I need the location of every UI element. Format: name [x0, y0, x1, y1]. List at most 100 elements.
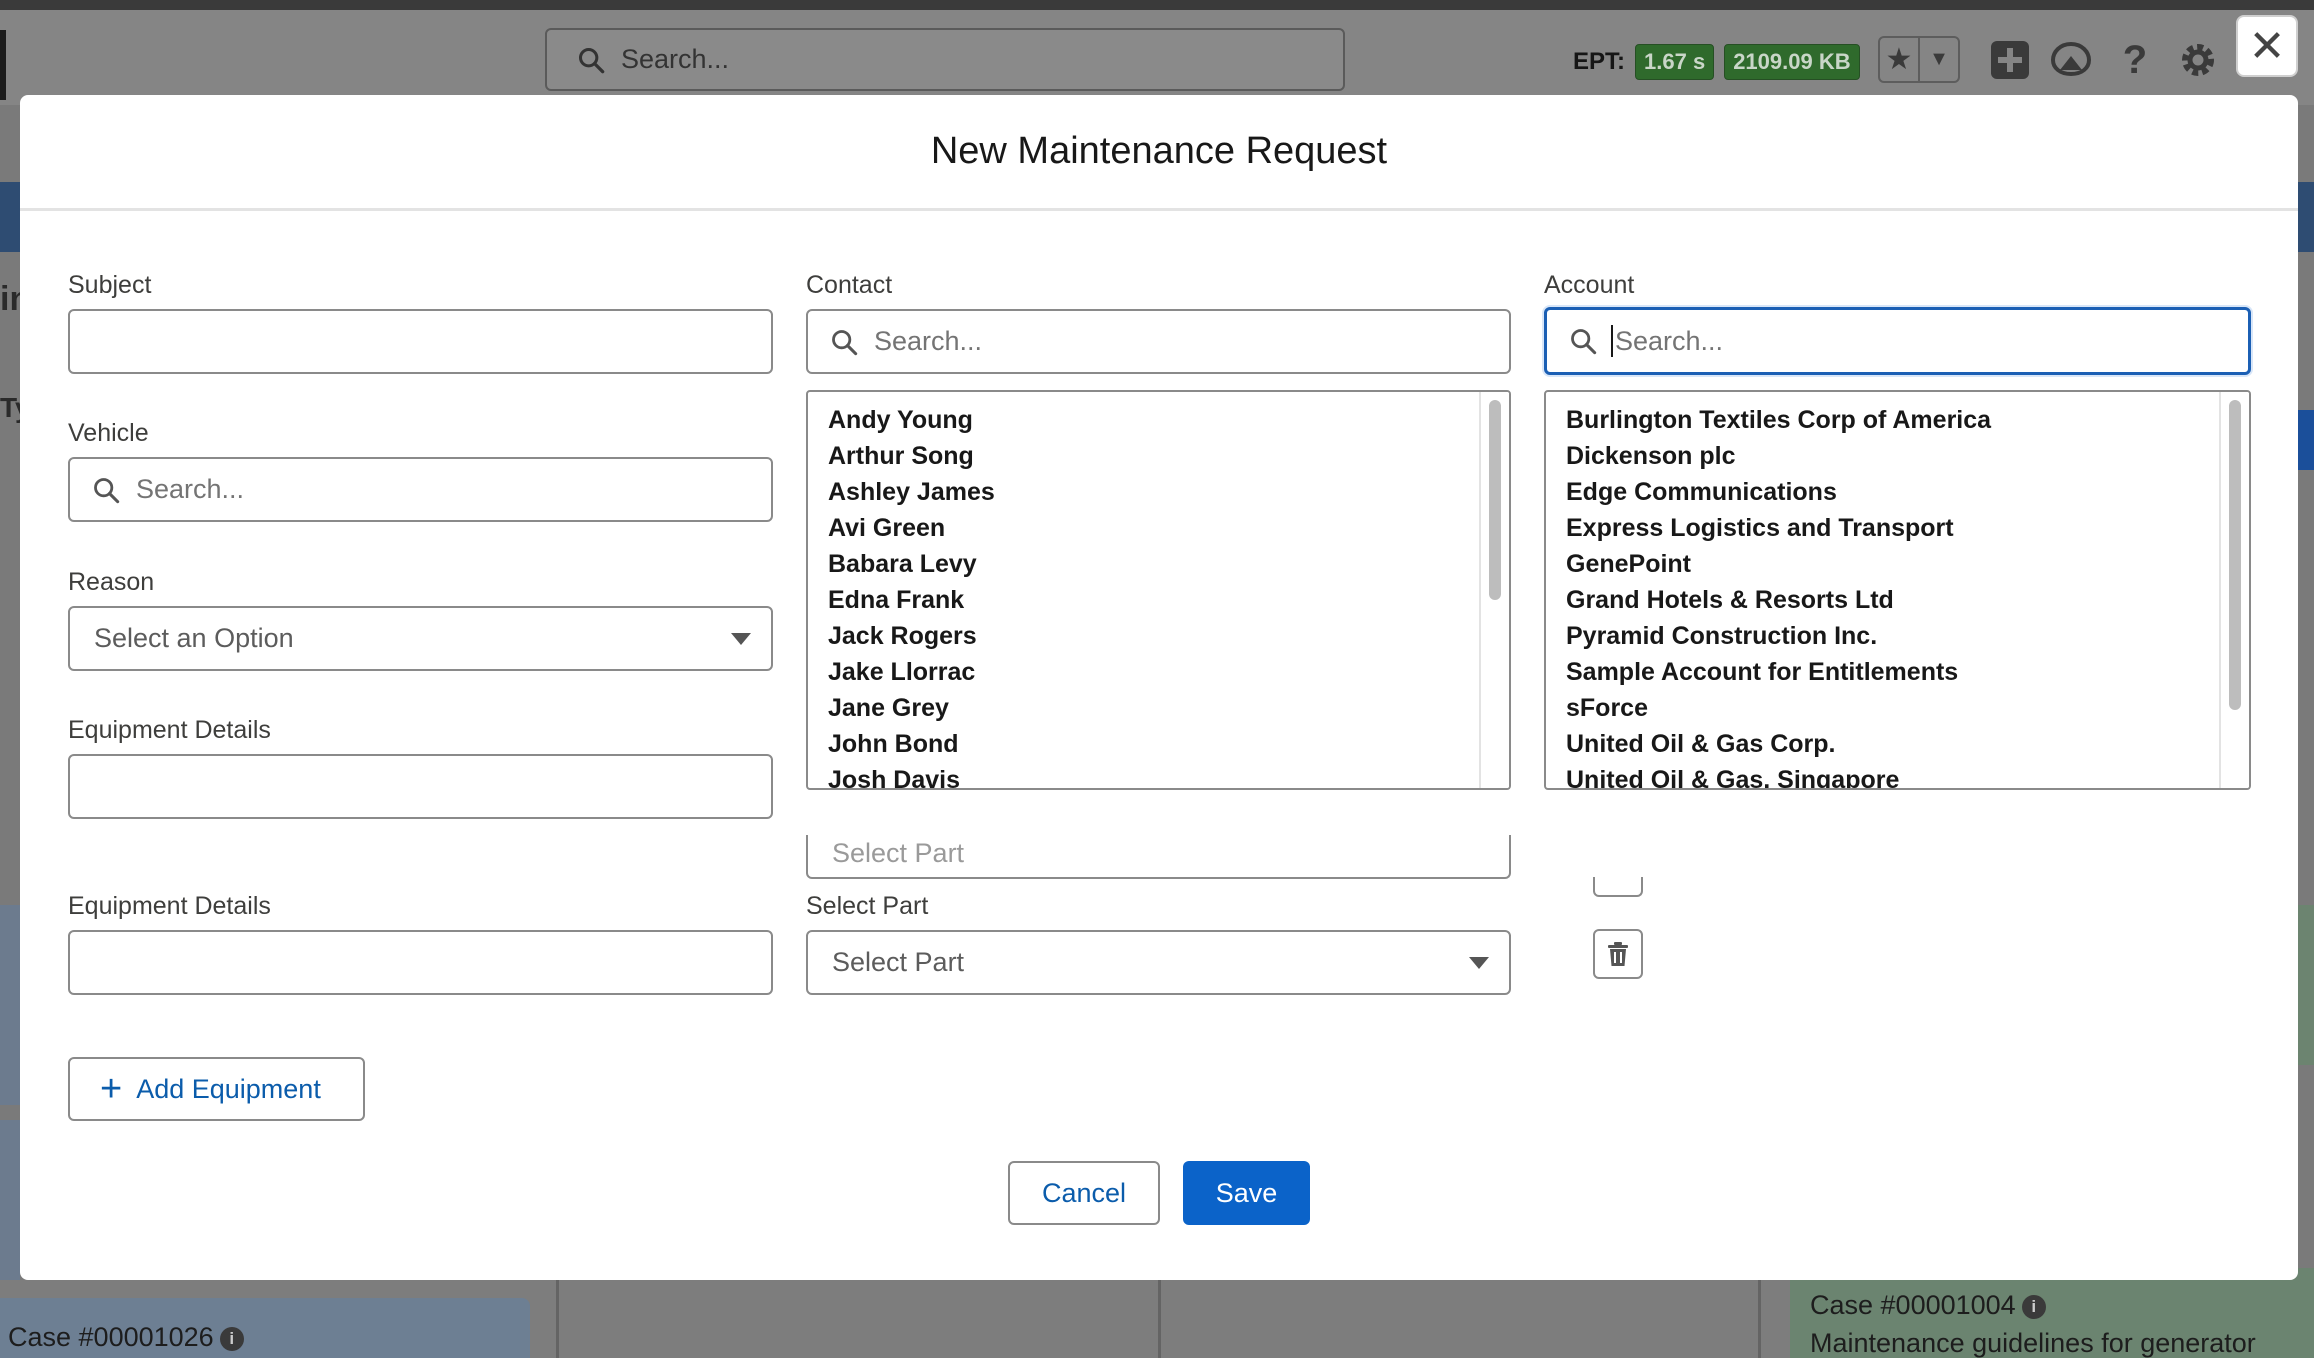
scrollbar-thumb[interactable] — [1489, 400, 1501, 600]
contact-option[interactable]: Arthur Song — [828, 438, 1509, 474]
account-option[interactable]: sForce — [1566, 690, 2249, 726]
background-card-edge — [0, 1120, 20, 1280]
plus-icon: + — [100, 1068, 123, 1110]
account-option[interactable]: GenePoint — [1566, 546, 2249, 582]
reason-label: Reason — [68, 568, 155, 596]
cancel-button[interactable]: Cancel — [1008, 1161, 1160, 1225]
select-part-placeholder: Select Part — [832, 947, 965, 977]
new-maintenance-request-modal: New Maintenance Request Subject Contact … — [20, 95, 2298, 1280]
chevron-down-icon — [731, 632, 751, 645]
contact-option[interactable]: Avi Green — [828, 510, 1509, 546]
modal-header: New Maintenance Request — [20, 95, 2298, 211]
ept-time-badge: 1.67 s — [1635, 44, 1715, 80]
contact-options: Andy Young Arthur Song Ashley James Avi Gre… — [808, 392, 1509, 788]
background-card-edge — [2298, 905, 2314, 1065]
trailhead-icon[interactable] — [2049, 38, 2093, 82]
account-option[interactable]: Dickenson plc — [1566, 438, 2249, 474]
reason-placeholder: Select an Option — [94, 623, 294, 653]
background-banner — [2298, 182, 2314, 252]
reason-select[interactable]: Select an Option — [68, 606, 773, 671]
subject-label: Subject — [68, 271, 152, 299]
account-options: Burlington Textiles Corp of America Dicke… — [1546, 392, 2249, 788]
close-icon[interactable]: ✕ — [2236, 15, 2298, 77]
save-button[interactable]: Save — [1183, 1161, 1310, 1225]
case-description: Maintenance guidelines for generator — [1810, 1328, 2256, 1358]
ept-indicator: EPT: 1.67 s 2109.09 KB — [1573, 44, 1860, 80]
account-option[interactable]: United Oil & Gas, Singapore — [1566, 762, 2249, 788]
select-part-placeholder: Select Part — [832, 838, 965, 868]
contact-option[interactable]: John Bond — [828, 726, 1509, 762]
account-option[interactable]: Burlington Textiles Corp of America — [1566, 402, 2249, 438]
favorites-button-group: ★ ▼ — [1878, 36, 1960, 83]
contact-option[interactable]: Babara Levy — [828, 546, 1509, 582]
subject-input[interactable] — [68, 309, 773, 374]
account-option[interactable]: Sample Account for Entitlements — [1566, 654, 2249, 690]
contact-option[interactable]: Jack Rogers — [828, 618, 1509, 654]
background-case-card: Case #00001026 i — [0, 1298, 530, 1358]
app-launcher-edge — [0, 30, 6, 100]
ept-size-badge: 2109.09 KB — [1724, 44, 1860, 80]
add-equipment-label: Add Equipment — [136, 1073, 321, 1104]
equipment-details-label: Equipment Details — [68, 716, 271, 744]
window-top-strip — [0, 0, 2314, 10]
vehicle-label: Vehicle — [68, 419, 149, 447]
contact-search-input[interactable]: Search... — [806, 309, 1511, 374]
account-option[interactable]: Edge Communications — [1566, 474, 2249, 510]
help-icon[interactable]: ? — [2113, 38, 2157, 82]
scrollbar[interactable] — [2219, 392, 2249, 788]
info-icon: i — [219, 1326, 244, 1351]
account-option[interactable]: Grand Hotels & Resorts Ltd — [1566, 582, 2249, 618]
background-column-divider — [1158, 1280, 1161, 1358]
background-tab-edge — [2298, 410, 2314, 470]
case-number: Case #00001026 — [8, 1322, 214, 1352]
account-option[interactable]: Pyramid Construction Inc. — [1566, 618, 2249, 654]
text-cursor — [1611, 325, 1613, 357]
scrollbar-thumb[interactable] — [2229, 400, 2241, 710]
info-icon: i — [2021, 1294, 2046, 1319]
select-part-select-row-1[interactable]: Select Part — [806, 835, 1511, 879]
chevron-down-icon[interactable]: ▼ — [1918, 38, 1958, 81]
global-search-input[interactable]: Search... — [545, 28, 1345, 91]
ept-label: EPT: — [1573, 48, 1626, 75]
contact-option[interactable]: Jane Grey — [828, 690, 1509, 726]
equipment-details-label: Equipment Details — [68, 892, 271, 920]
contact-placeholder: Search... — [874, 326, 983, 356]
contact-option[interactable]: Jake Llorrac — [828, 654, 1509, 690]
select-part-label: Select Part — [806, 892, 929, 920]
equipment-details-input[interactable] — [68, 754, 773, 819]
search-icon — [832, 329, 858, 355]
background-banner — [0, 182, 20, 252]
vehicle-placeholder: Search... — [136, 474, 245, 504]
background-column-divider — [1758, 1280, 1761, 1358]
background-case-card: Case #00001004 i Maintenance guidelines f… — [1790, 1268, 2314, 1358]
account-dropdown-list[interactable]: Burlington Textiles Corp of America Dicke… — [1544, 390, 2251, 790]
trash-icon — [1608, 942, 1628, 966]
account-placeholder: Search... — [1615, 325, 1724, 356]
select-part-select[interactable]: Select Part — [806, 930, 1511, 995]
vehicle-search-input[interactable]: Search... — [68, 457, 773, 522]
contact-dropdown-list[interactable]: Andy Young Arthur Song Ashley James Avi Gre… — [806, 390, 1511, 790]
global-search-placeholder: Search... — [621, 44, 730, 74]
account-search-input[interactable]: Search... — [1544, 307, 2251, 375]
add-equipment-button[interactable]: + Add Equipment — [68, 1057, 365, 1121]
equipment-details-input[interactable] — [68, 930, 773, 995]
gear-icon[interactable] — [2176, 38, 2220, 82]
account-option[interactable]: United Oil & Gas Corp. — [1566, 726, 2249, 762]
background-card-edge — [0, 905, 20, 1105]
contact-option[interactable]: Ashley James — [828, 474, 1509, 510]
search-icon — [578, 47, 605, 73]
trash-button[interactable] — [1593, 929, 1643, 979]
contact-option[interactable]: Josh Davis — [828, 762, 1509, 788]
background-column-divider — [556, 1280, 559, 1358]
add-icon[interactable] — [1988, 38, 2032, 82]
contact-option[interactable]: Edna Frank — [828, 582, 1509, 618]
contact-option[interactable]: Andy Young — [828, 402, 1509, 438]
account-label: Account — [1544, 271, 1635, 299]
contact-label: Contact — [806, 271, 893, 299]
search-icon — [1571, 329, 1597, 355]
trash-button-row-1[interactable] — [1593, 877, 1643, 897]
account-option[interactable]: Express Logistics and Transport — [1566, 510, 2249, 546]
star-icon[interactable]: ★ — [1880, 38, 1918, 81]
scrollbar[interactable] — [1479, 392, 1509, 788]
chevron-down-icon — [1469, 956, 1489, 969]
